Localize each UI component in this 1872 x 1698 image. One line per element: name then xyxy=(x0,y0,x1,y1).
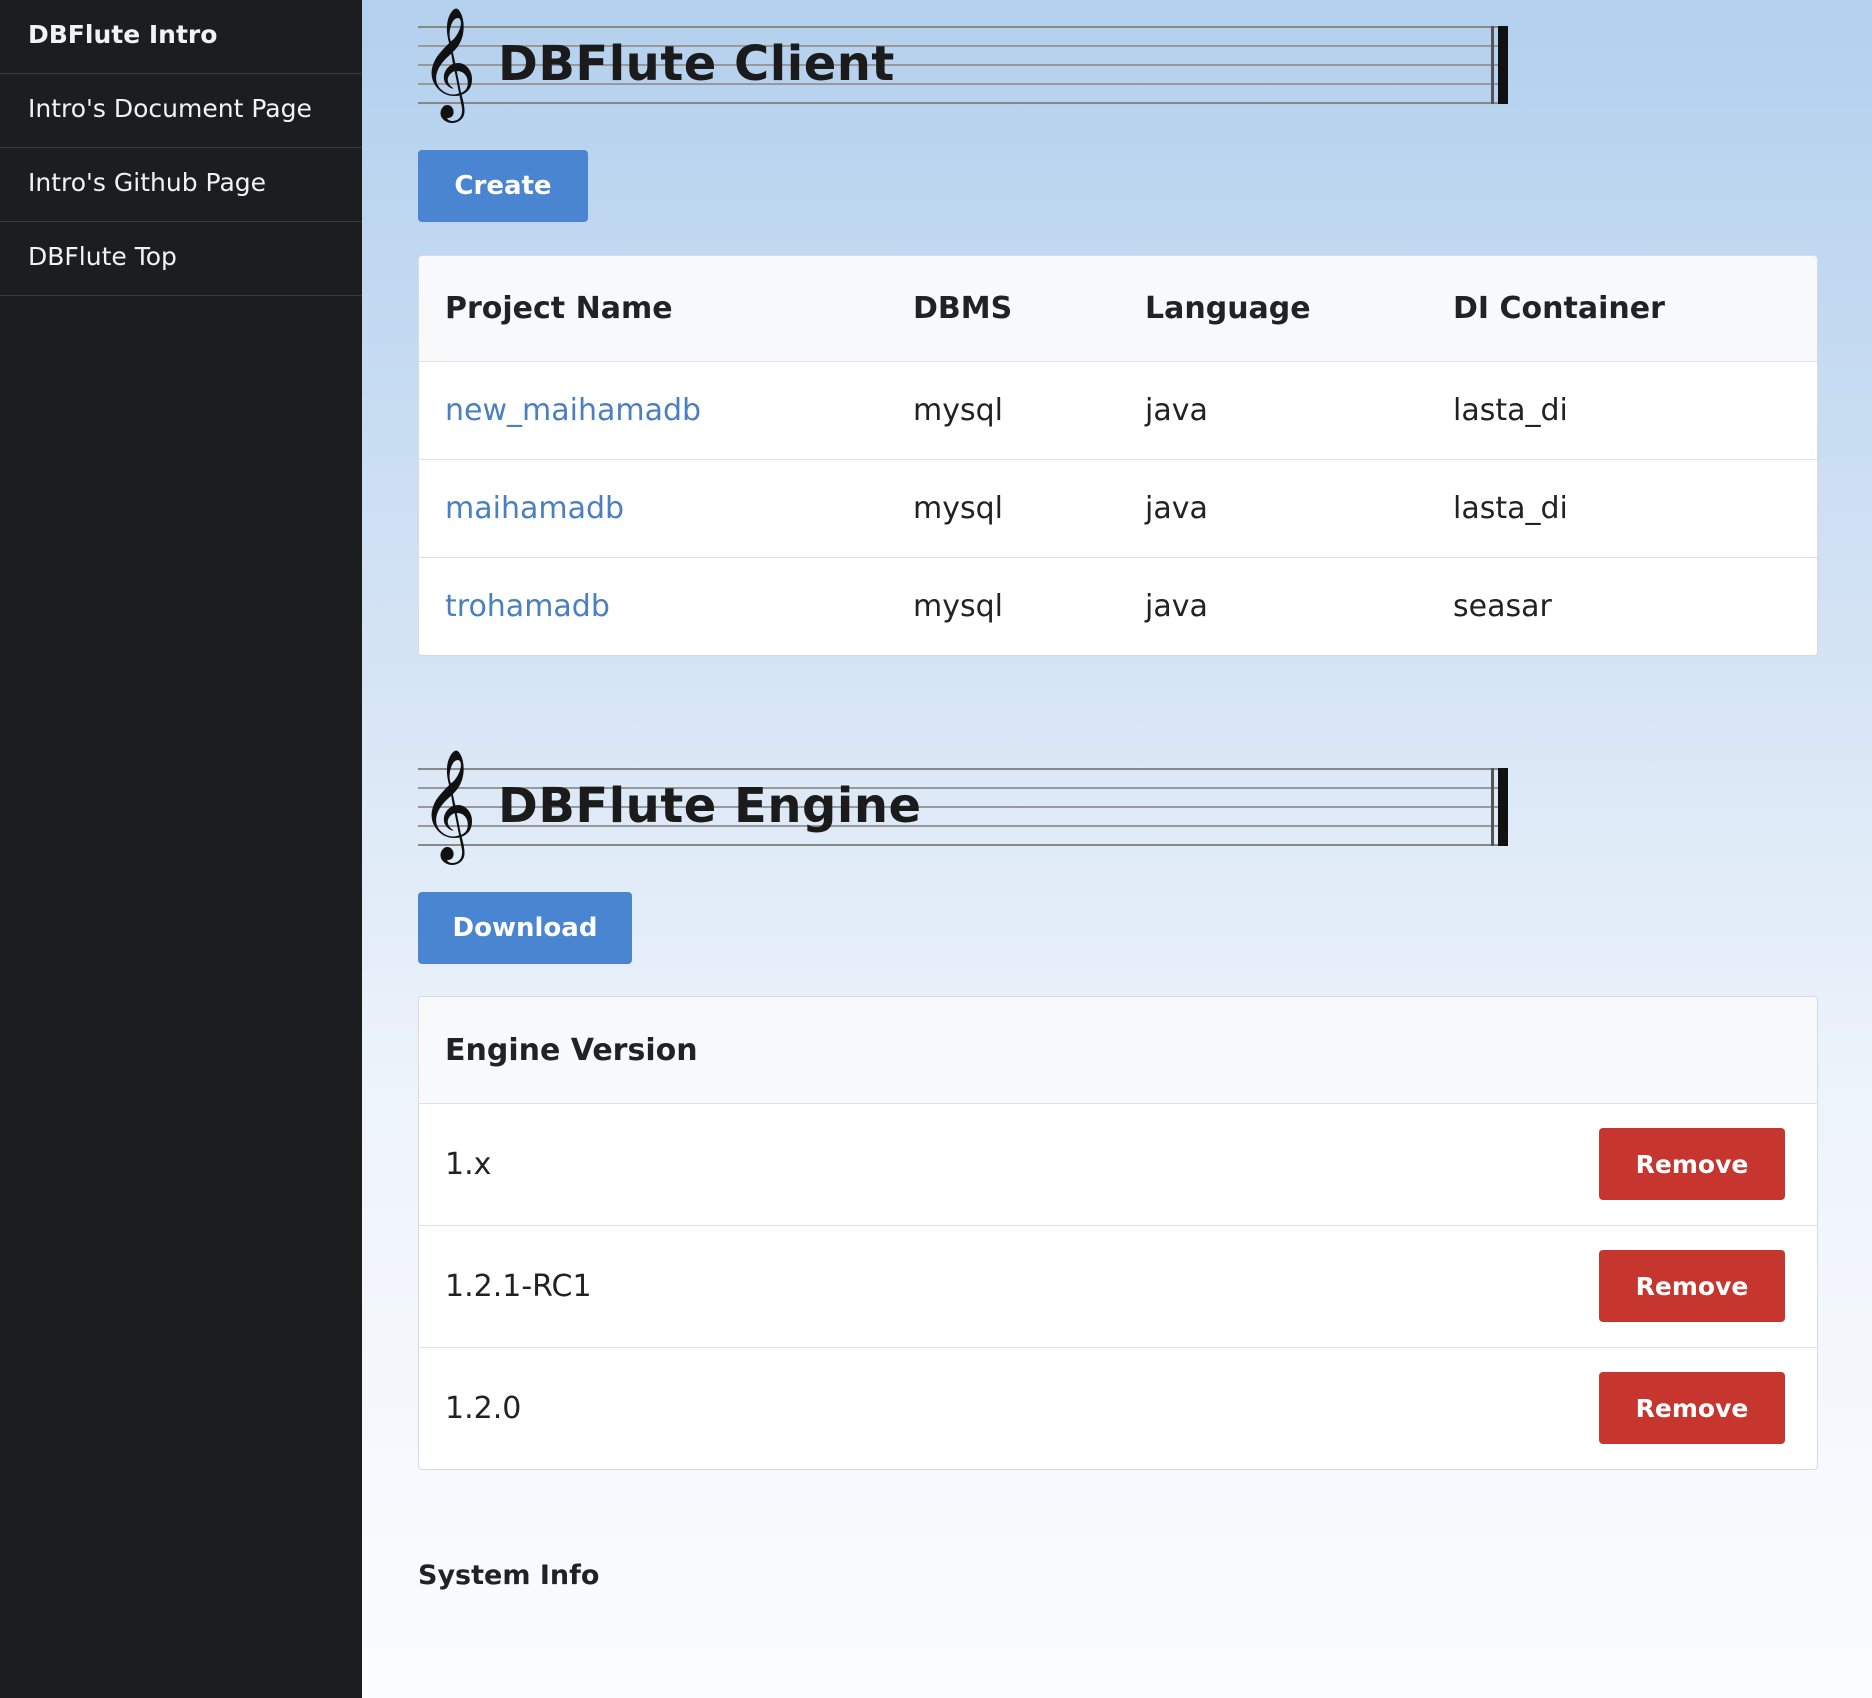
language-cell: java xyxy=(1145,393,1208,428)
table-row: 1.2.1-RC1 Remove xyxy=(419,1225,1817,1347)
engine-section-header: 𝄞 DBFlute Engine xyxy=(418,748,1508,870)
treble-clef-icon: 𝄞 xyxy=(420,748,477,860)
table-header-row: Project Name DBMS Language DI Container xyxy=(419,256,1817,361)
staff-barline xyxy=(1491,26,1494,104)
project-link[interactable]: maihamadb xyxy=(445,460,624,557)
column-header-project-name: Project Name xyxy=(445,291,673,326)
engine-section-title: DBFlute Engine xyxy=(498,778,922,834)
remove-button[interactable]: Remove xyxy=(1599,1250,1785,1322)
engine-version-cell: 1.2.0 xyxy=(445,1391,522,1426)
engine-version-cell: 1.x xyxy=(445,1147,492,1182)
engine-versions-table: Engine Version 1.x Remove 1.2.1-RC1 Remo… xyxy=(418,996,1818,1470)
sidebar: DBFlute Intro Intro's Document Page Intr… xyxy=(0,0,362,1698)
table-row: maihamadb mysql java lasta_di xyxy=(419,459,1817,557)
column-header-dbms: DBMS xyxy=(913,291,1013,326)
engine-version-cell: 1.2.1-RC1 xyxy=(445,1269,592,1304)
column-header-di-container: DI Container xyxy=(1453,291,1665,326)
remove-button[interactable]: Remove xyxy=(1599,1128,1785,1200)
client-section-title: DBFlute Client xyxy=(498,36,895,92)
di-container-cell: lasta_di xyxy=(1453,393,1568,428)
language-cell: java xyxy=(1145,491,1208,526)
column-header-language: Language xyxy=(1145,291,1311,326)
dbms-cell: mysql xyxy=(913,589,1003,624)
sidebar-item-dbflute-top[interactable]: DBFlute Top xyxy=(0,222,362,296)
staff-end-barline xyxy=(1498,26,1508,104)
sidebar-item-dbflute-intro[interactable]: DBFlute Intro xyxy=(0,0,362,74)
sidebar-item-github-page[interactable]: Intro's Github Page xyxy=(0,148,362,222)
system-info-heading: System Info xyxy=(418,1560,600,1591)
staff-barline xyxy=(1491,768,1494,846)
table-row: 1.x Remove xyxy=(419,1103,1817,1225)
table-row: trohamadb mysql java seasar xyxy=(419,557,1817,655)
main-content: 𝄞 DBFlute Client Create Project Name DBM… xyxy=(362,0,1872,1698)
remove-button[interactable]: Remove xyxy=(1599,1372,1785,1444)
client-projects-table: Project Name DBMS Language DI Container … xyxy=(418,255,1818,656)
staff-end-barline xyxy=(1498,768,1508,846)
project-link[interactable]: trohamadb xyxy=(445,558,610,655)
dbms-cell: mysql xyxy=(913,393,1003,428)
table-row: 1.2.0 Remove xyxy=(419,1347,1817,1469)
table-header-row: Engine Version xyxy=(419,997,1817,1103)
table-row: new_maihamadb mysql java lasta_di xyxy=(419,361,1817,459)
language-cell: java xyxy=(1145,589,1208,624)
di-container-cell: seasar xyxy=(1453,589,1552,624)
download-button[interactable]: Download xyxy=(418,892,632,964)
column-header-engine-version: Engine Version xyxy=(445,1032,698,1068)
project-link[interactable]: new_maihamadb xyxy=(445,362,701,459)
dbms-cell: mysql xyxy=(913,491,1003,526)
create-button[interactable]: Create xyxy=(418,150,588,222)
treble-clef-icon: 𝄞 xyxy=(420,6,477,118)
client-section-header: 𝄞 DBFlute Client xyxy=(418,6,1508,128)
sidebar-item-document-page[interactable]: Intro's Document Page xyxy=(0,74,362,148)
di-container-cell: lasta_di xyxy=(1453,491,1568,526)
